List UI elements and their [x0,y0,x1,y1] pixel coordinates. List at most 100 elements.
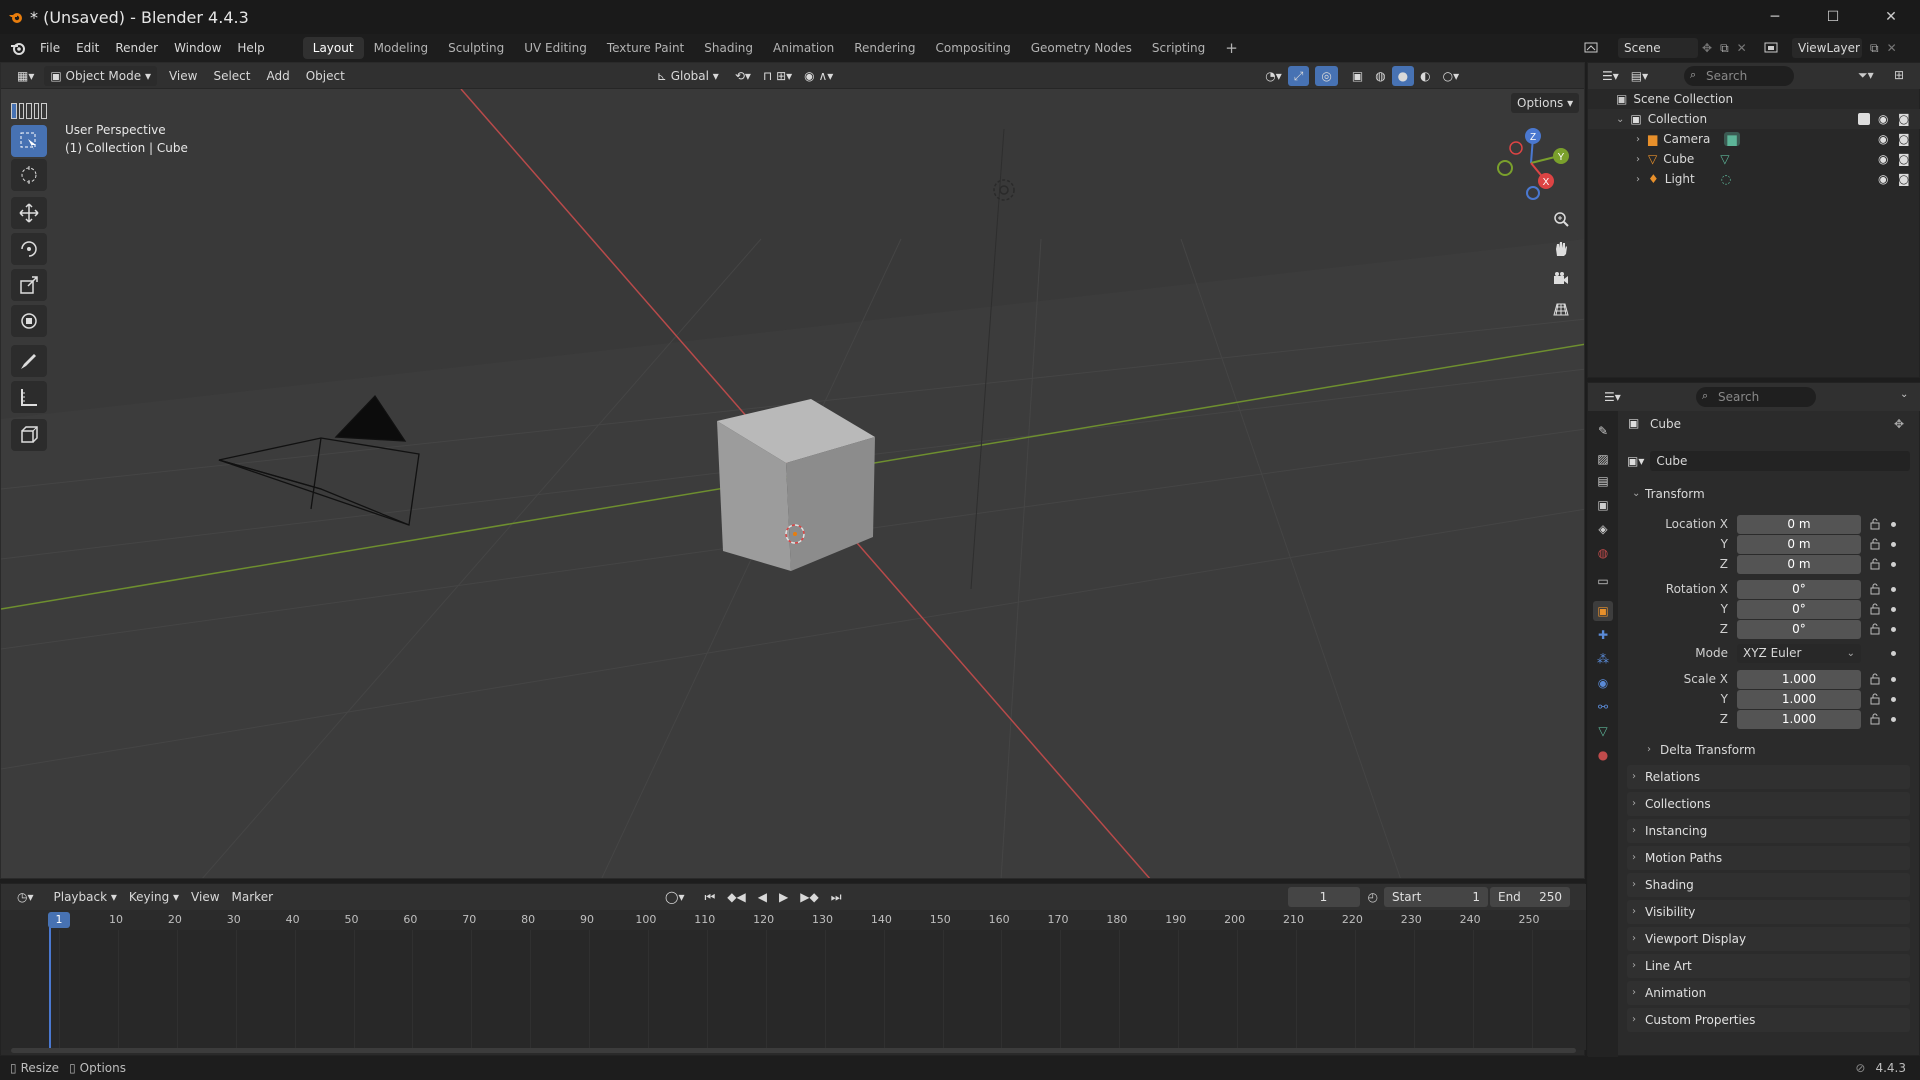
new-collection-icon[interactable]: ⊞ [1894,68,1904,82]
timeline-editor-type-icon[interactable]: ◷▾ [11,887,40,907]
delete-viewlayer-icon[interactable]: ✕ [1887,41,1897,55]
panel-motion-paths[interactable]: › Motion Paths [1627,846,1910,870]
outliner-editor-type-icon[interactable]: ☰▾ [1596,66,1625,86]
tab-sculpting[interactable]: Sculpting [438,37,514,59]
perspective-toggle-icon[interactable] [1546,295,1576,323]
world-tab-icon[interactable]: ◍ [1593,543,1613,563]
annotate-tool-icon[interactable] [11,345,47,377]
snap-icon[interactable]: ⊓ ⊞▾ [757,66,798,86]
scene-selector[interactable]: Scene ✥ ⧉ ✕ [1584,37,1747,59]
gizmo-toggle-icon[interactable]: ⤢ [1287,65,1310,86]
tab-texture-paint[interactable]: Texture Paint [597,37,694,59]
keyframe-dot[interactable] [1891,697,1896,702]
location-z-field[interactable]: 0 m [1737,555,1861,574]
lock-icon[interactable] [1869,583,1881,595]
expand-collection-icon[interactable]: ⌄ [1616,114,1624,125]
menu-object[interactable]: Object [300,66,351,86]
cube-render-icon[interactable]: ◙ [1898,152,1910,166]
solid-shading-icon[interactable]: ● [1391,65,1415,86]
visibility-icon[interactable]: ◔▾ [1259,66,1288,86]
keyframe-dot[interactable] [1891,522,1896,527]
cube-mesh-icon[interactable]: ▽ [1720,152,1729,166]
new-viewlayer-icon[interactable]: ⧉ [1870,41,1879,56]
panel-relations[interactable]: › Relations [1627,765,1910,789]
camera-eye-icon[interactable]: ◉ [1878,132,1888,146]
auto-keying-icon[interactable]: ◯▾ [659,887,690,907]
navigation-gizmo[interactable]: Z Y X [1491,123,1571,203]
output-tab-icon[interactable]: ▤ [1593,471,1613,491]
lock-icon[interactable] [1869,538,1881,550]
datablock-name-field[interactable]: Cube [1650,451,1910,471]
pivot-icon[interactable]: ⟲▾ [729,66,757,86]
menu-render[interactable]: Render [107,34,166,62]
tab-geometry-nodes[interactable]: Geometry Nodes [1021,37,1142,59]
menu-help[interactable]: Help [229,34,272,62]
minimize-button[interactable]: ─ [1746,0,1804,34]
keyframe-dot[interactable] [1891,651,1896,656]
menu-edit[interactable]: Edit [68,34,107,62]
light-render-icon[interactable]: ◙ [1898,172,1910,186]
keyframe-dot[interactable] [1891,542,1896,547]
lock-icon[interactable] [1869,693,1881,705]
3d-viewport[interactable]: ▦▾ ▣ Object Mode ▾ View Select Add Objec… [0,62,1585,879]
menu-add[interactable]: Add [260,66,295,86]
keyframe-dot[interactable] [1891,607,1896,612]
scale-y-field[interactable]: 1.000 [1737,690,1861,709]
physics-tab-icon[interactable]: ◉ [1593,673,1613,693]
outliner-row-light[interactable]: › ♦ Light ◌ ◉ ◙ [1588,169,1920,189]
rendered-shading-icon[interactable]: ○▾ [1437,66,1466,86]
filter-icon[interactable]: ⏷▾ [1858,68,1874,83]
object-mode-dropdown[interactable]: ▣ Object Mode ▾ [44,65,157,86]
delete-scene-icon[interactable]: ✕ [1737,41,1747,55]
scene-name[interactable]: Scene [1618,38,1698,58]
maximize-button[interactable]: ☐ [1804,0,1862,34]
properties-search-input[interactable]: Search [1696,387,1816,407]
camera-data-icon[interactable]: ▆ [1724,132,1740,146]
rotate-tool-icon[interactable] [11,233,47,265]
lock-icon[interactable] [1869,603,1881,615]
pin-properties-icon[interactable]: ✥ [1894,417,1904,431]
play-reverse-icon[interactable]: ◀ [752,887,773,907]
add-cube-tool-icon[interactable] [11,419,47,451]
rotation-y-field[interactable]: 0° [1737,600,1861,619]
play-icon[interactable]: ▶ [773,887,794,907]
scale-x-field[interactable]: 1.000 [1737,670,1861,689]
panel-line-art[interactable]: › Line Art [1627,954,1910,978]
cursor-tool-icon[interactable] [11,159,47,191]
collection-eye-icon[interactable]: ◉ [1878,112,1888,126]
rotation-mode-dropdown[interactable]: XYZ Euler ⌄ [1737,644,1861,663]
timeline-editor[interactable]: ◷▾ Playback ▾ Keying ▾ View Marker ◯▾ ⏮ … [0,883,1592,1056]
wireframe-shading-icon[interactable]: ◍ [1369,66,1391,86]
rotation-z-field[interactable]: 0° [1737,620,1861,639]
outliner-search-input[interactable]: Search [1684,66,1794,86]
panel-visibility[interactable]: › Visibility [1627,900,1910,924]
light-data-icon[interactable]: ◌ [1721,172,1731,186]
panel-viewport-display[interactable]: › Viewport Display [1627,927,1910,951]
tab-animation[interactable]: Animation [763,37,844,59]
select-box-tool-icon[interactable] [11,125,47,157]
current-frame-field[interactable]: 1 [1287,887,1360,907]
editor-type-icon[interactable]: ▦▾ [11,66,40,86]
tab-layout[interactable]: Layout [302,37,364,59]
constraints-tab-icon[interactable]: ⚯ [1593,697,1613,717]
panel-shading[interactable]: › Shading [1627,873,1910,897]
display-mode-icon[interactable]: ▤▾ [1625,66,1654,86]
blender-menu-icon[interactable] [10,40,26,56]
next-keyframe-icon[interactable]: ▶◆ [794,887,824,907]
particles-tab-icon[interactable]: ⁂ [1593,649,1613,669]
tab-rendering[interactable]: Rendering [844,37,925,59]
panel-custom-properties[interactable]: › Custom Properties [1627,1008,1910,1032]
move-tool-icon[interactable] [11,197,47,229]
cube-eye-icon[interactable]: ◉ [1878,152,1888,166]
timeline-body[interactable] [1,930,1592,1050]
start-frame-field[interactable]: Start 1 [1383,887,1488,907]
menu-timeline-view[interactable]: View [185,887,225,907]
panel-animation[interactable]: › Animation [1627,981,1910,1005]
scale-z-field[interactable]: 1.000 [1737,710,1861,729]
timeline-scrollbar[interactable] [11,1048,1576,1053]
tab-scripting[interactable]: Scripting [1142,37,1215,59]
location-x-field[interactable]: 0 m [1737,515,1861,534]
menu-keying[interactable]: Keying ▾ [123,887,185,907]
tab-compositing[interactable]: Compositing [925,37,1020,59]
menu-playback[interactable]: Playback ▾ [48,887,123,907]
